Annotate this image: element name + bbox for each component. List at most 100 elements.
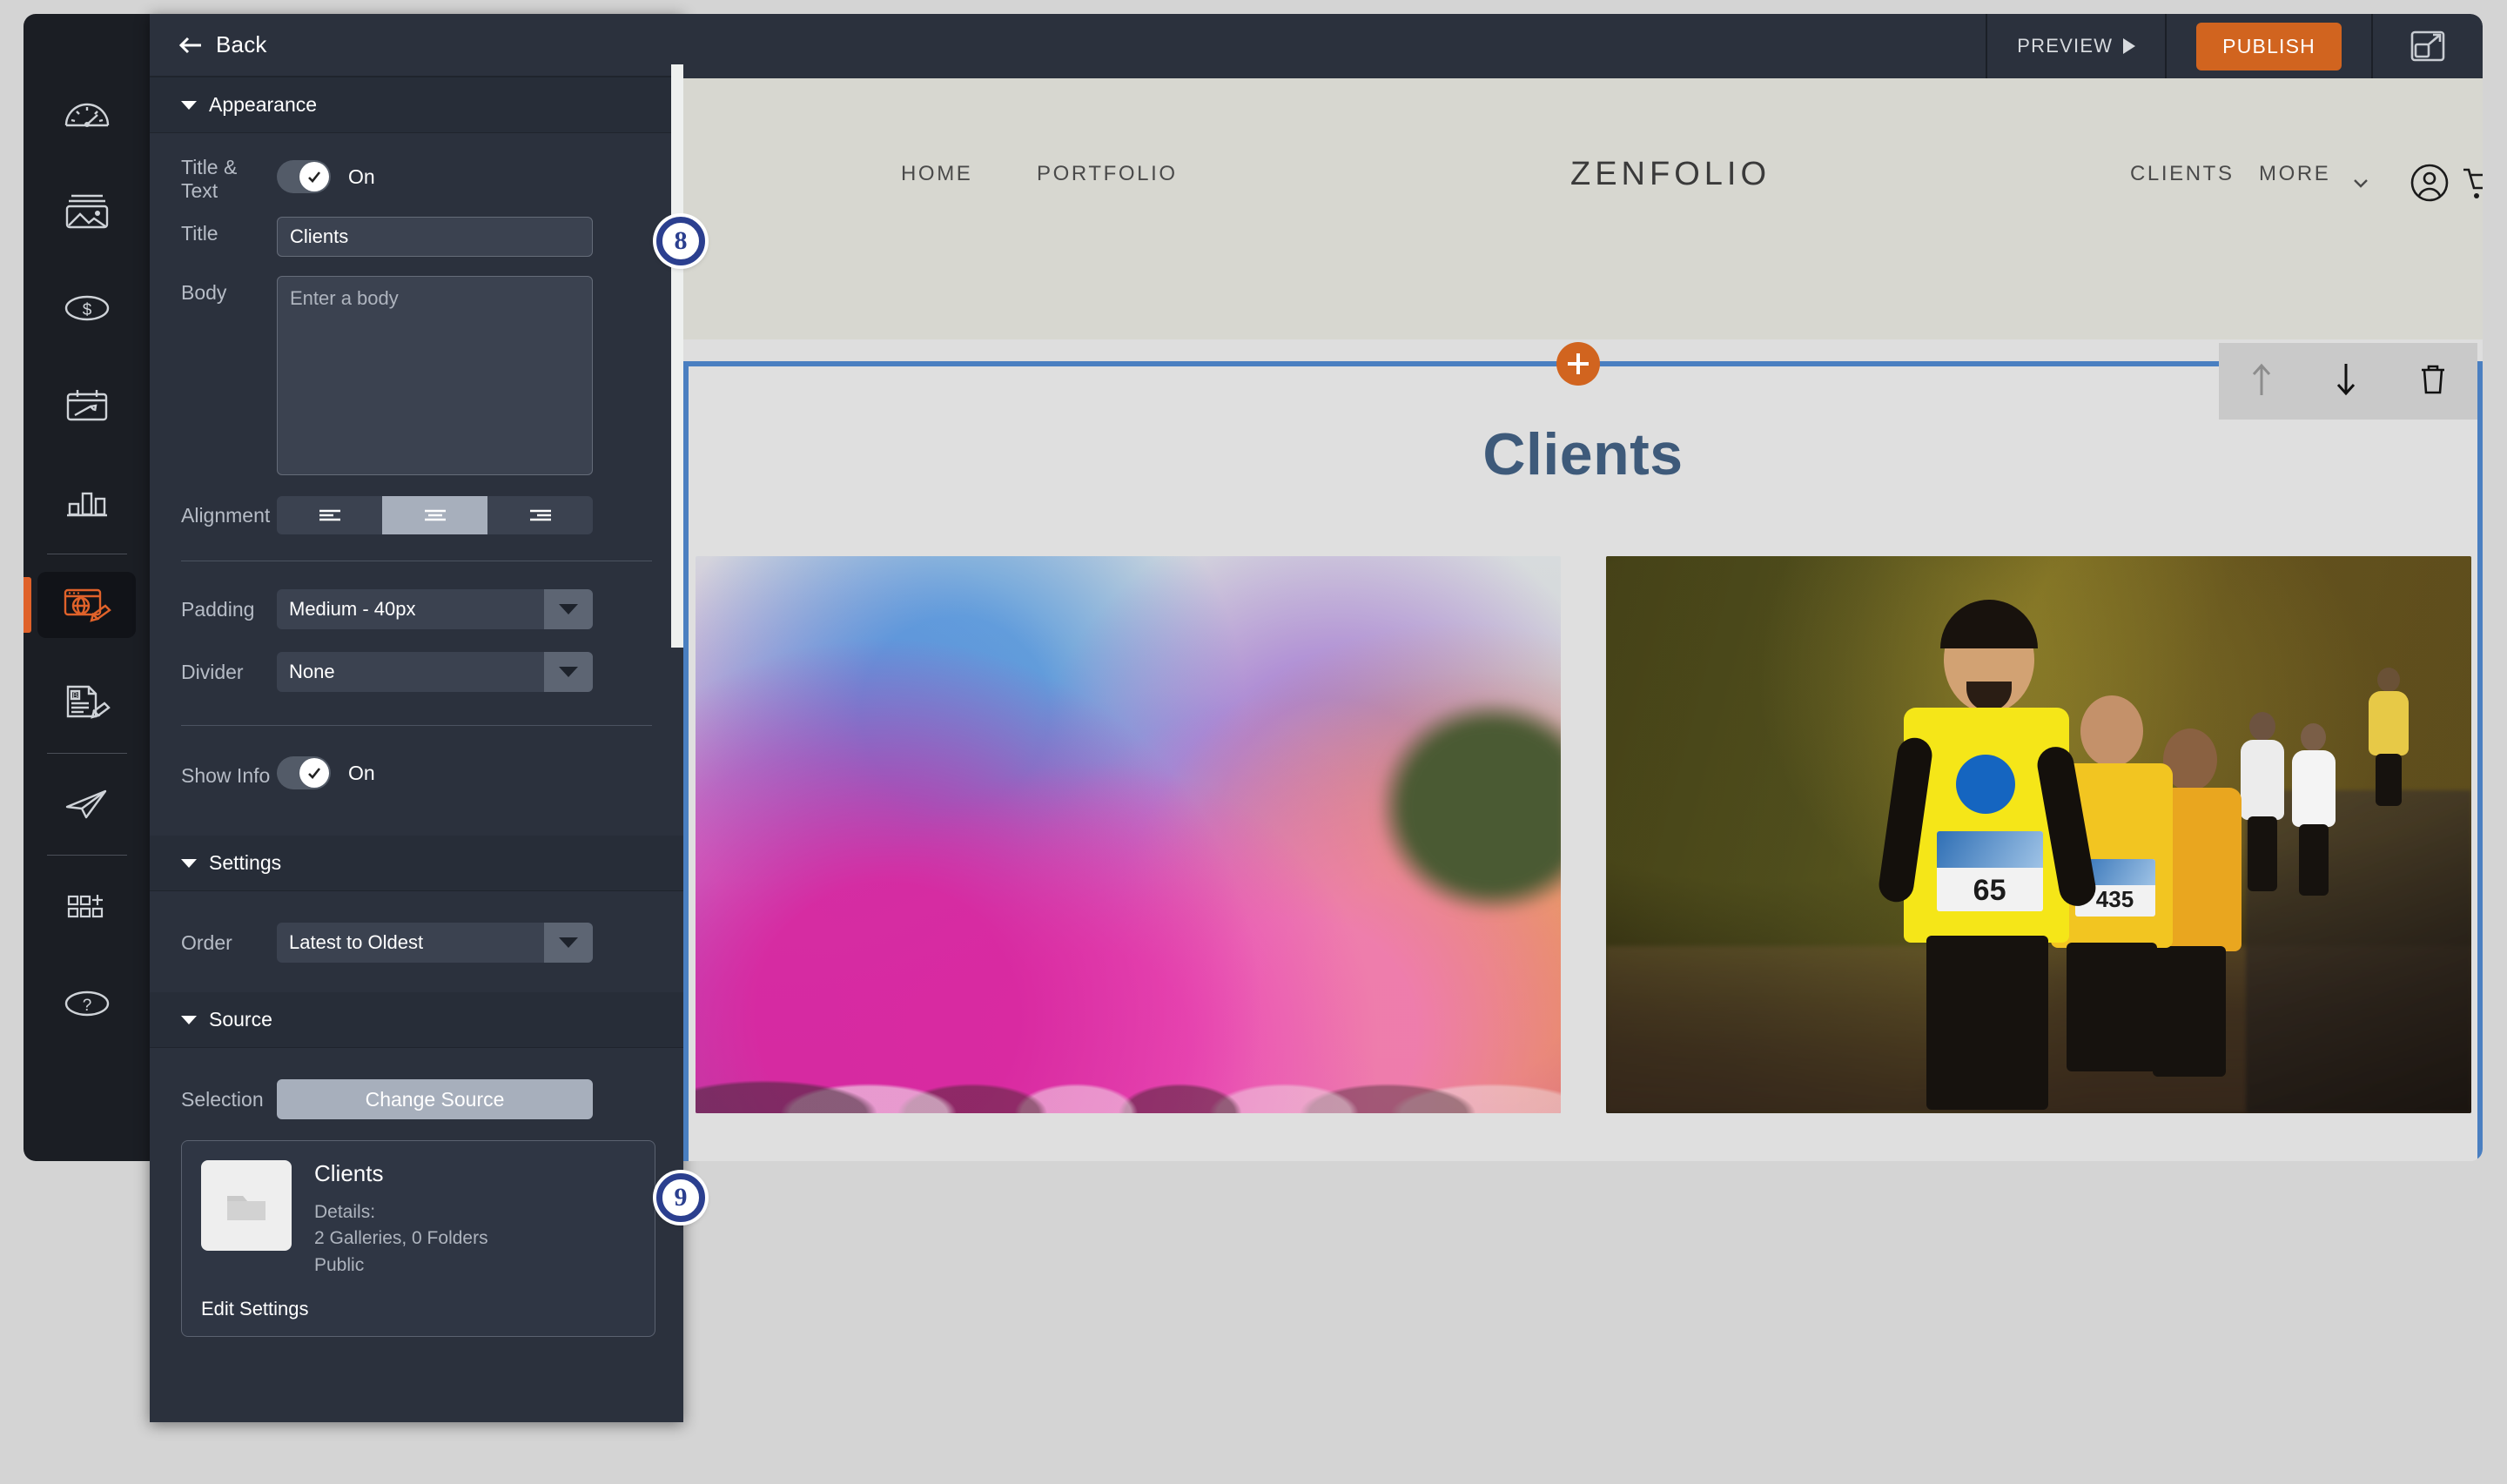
section-header-appearance[interactable]: Appearance [150, 77, 683, 133]
publish-cell: PUBLISH [2165, 14, 2371, 78]
title-text-row: Title & Text On [150, 140, 683, 213]
site-brand[interactable]: ZENFOLIO [1570, 156, 1771, 193]
align-left-button[interactable] [277, 496, 382, 534]
gallery-thumbnail-2[interactable]: 435 65 [1605, 556, 2471, 1113]
title-label: Title [181, 222, 218, 245]
block-toolbar [2219, 343, 2477, 420]
sidebar-item-apps[interactable] [24, 857, 150, 955]
alignment-row: Alignment [150, 496, 683, 534]
site-nav-home[interactable]: HOME [901, 162, 972, 186]
site-nav-inner: HOME PORTFOLIO ZENFOLIO CLIENTS MORE [683, 78, 2483, 270]
add-block-button[interactable] [1556, 342, 1600, 386]
section-header-source[interactable]: Source [150, 992, 683, 1048]
section-label-appearance: Appearance [209, 93, 318, 116]
editor-top-bar: PREVIEW PUBLISH [683, 14, 2483, 78]
arrow-down-icon [2336, 363, 2355, 395]
order-value: Latest to Oldest [289, 931, 424, 953]
source-card[interactable]: Clients Details: 2 Galleries, 0 Folders … [181, 1140, 655, 1338]
publish-button[interactable]: PUBLISH [2196, 22, 2342, 71]
question-icon: ? [37, 970, 136, 1037]
site-nav-more[interactable]: MORE [2259, 162, 2330, 186]
sidebar-item-bookings[interactable] [24, 357, 150, 454]
sidebar-item-website-editor[interactable] [24, 556, 150, 654]
dollar-icon: $ [37, 275, 136, 341]
back-button[interactable]: Back [178, 31, 267, 58]
back-label: Back [216, 31, 267, 57]
site-nav-clients[interactable]: CLIENTS [2130, 162, 2235, 186]
account-circle-icon[interactable] [2410, 163, 2450, 203]
move-down-button[interactable] [2334, 359, 2358, 405]
sidebar-item-photos[interactable] [24, 162, 150, 259]
section-header-settings[interactable]: Settings [150, 836, 683, 891]
align-right-button[interactable] [487, 496, 593, 534]
source-details-counts: 2 Galleries, 0 Folders [314, 1228, 488, 1249]
sidebar-item-blog-editor[interactable]: B [24, 654, 150, 751]
source-title: Clients [314, 1160, 384, 1186]
shopping-cart-icon[interactable] [2461, 165, 2483, 203]
gallery-thumbnail-1[interactable] [695, 556, 1561, 1113]
vest-logo [1955, 754, 2015, 814]
padding-select[interactable]: Medium - 40px [277, 589, 593, 629]
order-label: Order [181, 930, 232, 954]
source-card-text: Clients Details: 2 Galleries, 0 Folders … [314, 1160, 488, 1279]
svg-text:?: ? [82, 997, 91, 1015]
preview-button[interactable]: PREVIEW [1986, 14, 2165, 78]
gallery-block: Clients 435 65 [689, 366, 2477, 1161]
alignment-group [277, 496, 593, 534]
callout-badge-9: 9 [656, 1173, 705, 1222]
runner-far-2 [2289, 723, 2340, 897]
show-info-toggle[interactable] [277, 756, 331, 789]
bib-banner [1936, 830, 2043, 868]
padding-row: Padding Medium - 40px [150, 589, 683, 629]
chevron-down-icon [544, 652, 593, 692]
body-textarea[interactable] [277, 276, 593, 475]
align-center-button[interactable] [382, 496, 487, 534]
chevron-down-icon [544, 589, 593, 629]
chevron-down-icon [181, 1015, 197, 1024]
divider-label: Divider [181, 660, 244, 683]
toggle-knob [299, 162, 329, 191]
svg-text:B: B [72, 691, 77, 700]
sidebar-item-stats[interactable] [24, 454, 150, 552]
gallery-grid: 435 65 [689, 556, 2477, 1113]
site-nav-portfolio[interactable]: PORTFOLIO [1037, 162, 1178, 186]
bar-chart-icon [37, 470, 136, 536]
color-festival-photo [695, 556, 1561, 1113]
arrow-up-icon [2252, 363, 2270, 395]
body-label: Body [181, 281, 227, 304]
sidebar-item-help[interactable]: ? [24, 955, 150, 1052]
edit-settings-link[interactable]: Edit Settings [201, 1298, 635, 1320]
order-select[interactable]: Latest to Oldest [277, 923, 593, 963]
calendar-icon [37, 373, 136, 439]
document-pencil-icon: B [37, 669, 136, 735]
body-row: Body [150, 276, 683, 475]
toggle-knob [299, 758, 329, 788]
expand-icon [2410, 30, 2445, 62]
title-input[interactable] [277, 217, 593, 257]
title-text-toggle[interactable] [277, 160, 331, 193]
appearance-body: Title & Text On Title Body [150, 140, 683, 836]
check-icon [308, 768, 321, 779]
sidebar-item-sales[interactable]: $ [24, 259, 150, 357]
block-settings-panel: Back Appearance Title & Text On Title Cl… [150, 14, 683, 1422]
move-up-button[interactable] [2249, 359, 2274, 405]
sidebar-item-marketing[interactable] [24, 755, 150, 853]
title-row: Title [150, 217, 683, 257]
delete-button[interactable] [2418, 360, 2448, 403]
section-label-source: Source [209, 1008, 272, 1031]
chevron-down-icon[interactable] [2352, 177, 2369, 189]
grid-plus-icon [37, 873, 136, 939]
chevron-down-icon [544, 923, 593, 963]
check-icon [308, 171, 321, 183]
divider-select[interactable]: None [277, 652, 593, 692]
source-card-top: Clients Details: 2 Galleries, 0 Folders … [201, 1160, 635, 1279]
show-info-label: Show Info [181, 763, 271, 787]
expand-button[interactable] [2371, 14, 2483, 78]
alignment-label: Alignment [181, 503, 271, 527]
align-center-icon [424, 509, 446, 521]
site-preview: PREVIEW PUBLISH HOME PORTFOLIO ZENFOLIO … [683, 14, 2483, 1161]
screen-root: $ B ? Back Appearance Title & Text On Ti… [0, 0, 2507, 1484]
sidebar-item-dashboard[interactable] [24, 64, 150, 162]
change-source-button[interactable]: Change Source [277, 1079, 593, 1119]
svg-text:$: $ [82, 301, 91, 319]
